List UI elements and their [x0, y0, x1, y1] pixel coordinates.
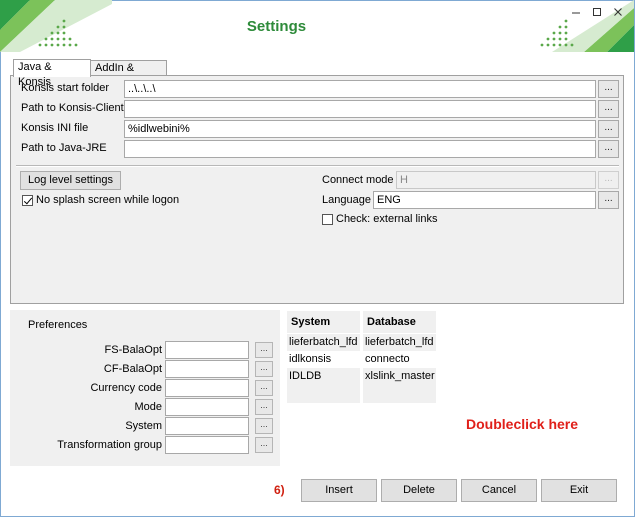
cancel-button[interactable]: Cancel [461, 479, 537, 502]
transformation-group-browse-button[interactable]: ... [255, 437, 273, 453]
fs-balaopt-label: FS-BalaOpt [104, 344, 162, 356]
maximize-icon[interactable] [591, 6, 603, 18]
external-links-checkbox[interactable] [322, 214, 333, 225]
fs-balaopt-browse-button[interactable]: ... [255, 342, 273, 358]
delete-button[interactable]: Delete [381, 479, 457, 502]
grid-cell[interactable]: idlkonsis [287, 351, 360, 369]
konsis-ini-file-label: Konsis INI file [21, 122, 89, 134]
grid-header-database[interactable]: Database [363, 311, 436, 333]
currency-code-browse-button[interactable]: ... [255, 380, 273, 396]
doubleclick-hint: Doubleclick here [466, 416, 579, 432]
insert-button[interactable]: Insert [301, 479, 377, 502]
window-title: Settings [246, 18, 307, 35]
java-jre-path-input[interactable] [124, 140, 596, 158]
system-input[interactable] [165, 417, 249, 435]
grid-cell[interactable]: lieferbatch_lfd [287, 334, 360, 352]
step-marker: 6) [274, 483, 285, 497]
language-label: Language [322, 194, 371, 206]
java-jre-path-browse-button[interactable]: ... [598, 140, 619, 158]
grid-cell[interactable]: xlslink_master [363, 368, 436, 386]
system-database-grid[interactable]: System Database lieferbatch_lfd lieferba… [286, 310, 436, 403]
external-links-label: Check: external links [336, 213, 438, 225]
transformation-group-input[interactable] [165, 436, 249, 454]
konsis-ini-file-input[interactable]: %idlwebini% [124, 120, 596, 138]
connect-mode-label: Connect mode [322, 174, 394, 186]
cf-balaopt-label: CF-BalaOpt [103, 363, 162, 375]
grid-cell[interactable]: connecto [363, 351, 436, 369]
fs-balaopt-input[interactable] [165, 341, 249, 359]
no-splash-label: No splash screen while logon [36, 194, 180, 206]
minimize-icon[interactable] [570, 6, 582, 18]
language-input[interactable]: ENG [373, 191, 596, 209]
tab-java-konsis[interactable]: Java & Konsis [13, 59, 91, 88]
no-splash-checkbox[interactable] [22, 195, 33, 206]
konsis-start-folder-input[interactable]: ..\..\..\ [124, 80, 596, 98]
mode-browse-button[interactable]: ... [255, 399, 273, 415]
connect-mode-input: H [396, 171, 596, 189]
system-browse-button[interactable]: ... [255, 418, 273, 434]
konsis-start-folder-browse-button[interactable]: ... [598, 80, 619, 98]
mode-label: Mode [134, 401, 162, 413]
section-divider [16, 165, 619, 167]
cf-balaopt-browse-button[interactable]: ... [255, 361, 273, 377]
transformation-group-label: Transformation group [57, 439, 162, 451]
system-label: System [125, 420, 162, 432]
tab-addin-excel[interactable]: AddIn & Excel [90, 60, 167, 89]
close-icon[interactable] [612, 6, 624, 18]
cf-balaopt-input[interactable] [165, 360, 249, 378]
language-browse-button[interactable]: ... [598, 191, 619, 209]
konsis-client-path-browse-button[interactable]: ... [598, 100, 619, 118]
grid-cell[interactable]: lieferbatch_lfd [363, 334, 436, 352]
exit-button[interactable]: Exit [541, 479, 617, 502]
preferences-title: Preferences [28, 319, 88, 331]
konsis-client-path-label: Path to Konsis-Client [21, 102, 124, 114]
grid-cell[interactable] [287, 385, 360, 403]
currency-code-input[interactable] [165, 379, 249, 397]
grid-cell[interactable] [363, 385, 436, 403]
log-level-settings-button[interactable]: Log level settings [20, 171, 121, 190]
mode-input[interactable] [165, 398, 249, 416]
java-jre-path-label: Path to Java-JRE [21, 142, 107, 154]
currency-code-label: Currency code [90, 382, 162, 394]
grid-header-system[interactable]: System [287, 311, 360, 333]
konsis-client-path-input[interactable] [124, 100, 596, 118]
connect-mode-browse-button: ... [598, 171, 619, 189]
konsis-ini-file-browse-button[interactable]: ... [598, 120, 619, 138]
grid-cell[interactable]: IDLDB [287, 368, 360, 386]
